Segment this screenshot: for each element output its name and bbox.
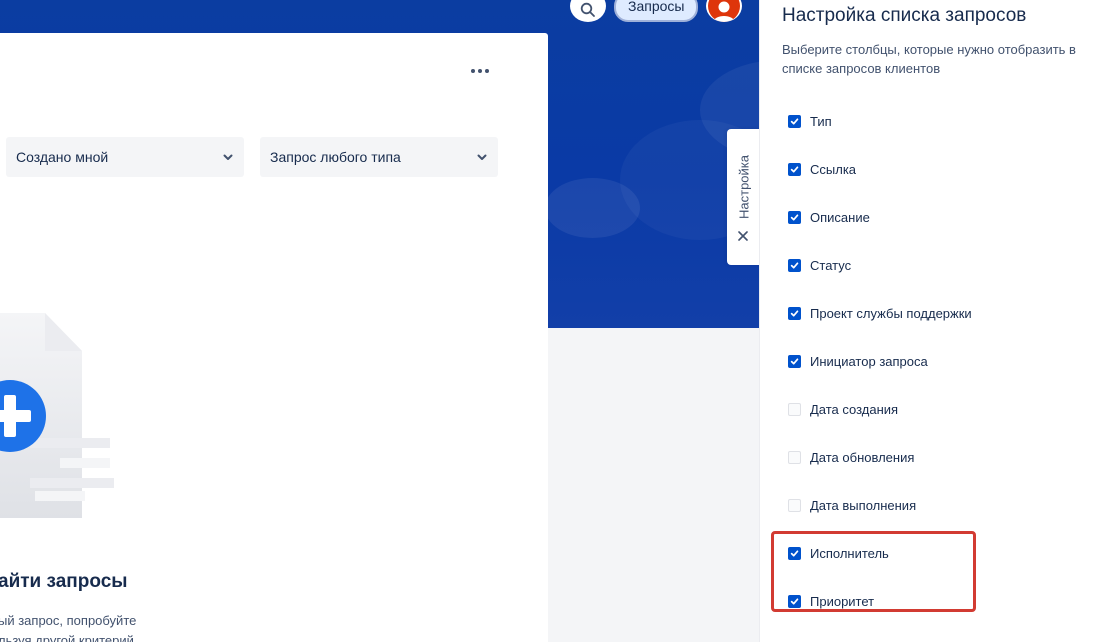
chevron-down-icon (223, 154, 233, 160)
column-option[interactable]: Дата выполнения (788, 495, 916, 515)
empty-state-document-icon (0, 313, 114, 518)
checkbox-checked-icon[interactable] (788, 306, 801, 320)
checkbox-checked-icon[interactable] (788, 210, 801, 224)
column-option-label: Тип (810, 113, 832, 129)
settings-panel-title: Настройка списка запросов (782, 5, 1027, 26)
column-option-label: Описание (810, 209, 870, 225)
filter-created-by-label: Создано мной (16, 149, 109, 165)
column-option-label: Проект службы поддержки (810, 305, 972, 321)
filter-request-type-select[interactable]: Запрос любого типа (260, 137, 498, 177)
column-option[interactable]: Дата создания (788, 399, 898, 419)
column-option-label: Дата выполнения (810, 497, 917, 513)
column-option[interactable]: Дата обновления (788, 447, 914, 467)
chevron-down-icon (477, 154, 487, 160)
empty-state-title: айти запросы (0, 571, 128, 592)
requests-button-label: Запросы (628, 0, 685, 14)
settings-panel-description: Выберите столбцы, которые нужно отобрази… (782, 42, 1076, 76)
column-option[interactable]: Ссылка (788, 159, 856, 179)
settings-tab-label: Настройка (736, 155, 752, 219)
highlight-annotation (771, 531, 976, 612)
column-option-label: Статус (810, 257, 852, 273)
empty-state-text: ый запрос, попробуйте льзуя другой крите… (0, 611, 136, 642)
checkbox-checked-icon[interactable] (788, 162, 801, 176)
more-dot-icon (478, 69, 482, 73)
checkbox-unchecked-icon[interactable] (788, 498, 801, 512)
column-option[interactable]: Тип (788, 111, 832, 131)
column-option-label: Дата обновления (810, 449, 915, 465)
column-option[interactable]: Описание (788, 207, 870, 227)
column-option-label: Инициатор запроса (810, 353, 928, 369)
more-dot-icon (471, 69, 475, 73)
close-icon[interactable] (736, 229, 750, 243)
column-option[interactable]: Инициатор запроса (788, 351, 928, 371)
column-option-label: Дата создания (810, 401, 899, 417)
requests-card: Создано мной Запрос любого типа айти зап… (0, 33, 548, 642)
column-option[interactable]: Проект службы поддержки (788, 303, 972, 323)
filter-request-type-label: Запрос любого типа (270, 149, 401, 165)
empty-state-line: льзуя другой критерий (0, 633, 134, 642)
requests-button[interactable]: Запросы (614, 0, 699, 22)
search-icon (580, 2, 595, 17)
column-option[interactable]: Статус (788, 255, 851, 275)
settings-side-tab[interactable]: Настройка (727, 129, 761, 265)
checkbox-unchecked-icon[interactable] (788, 402, 801, 416)
page-background (548, 328, 760, 642)
checkbox-checked-icon[interactable] (788, 354, 801, 368)
column-option-label: Ссылка (810, 161, 857, 177)
filter-created-by-select[interactable]: Создано мной (6, 137, 244, 177)
more-actions-button[interactable] (466, 63, 494, 79)
empty-state-line: ый запрос, попробуйте (0, 613, 137, 628)
more-dot-icon (485, 69, 489, 73)
checkbox-checked-icon[interactable] (788, 114, 801, 128)
checkbox-checked-icon[interactable] (788, 258, 801, 272)
checkbox-unchecked-icon[interactable] (788, 450, 801, 464)
